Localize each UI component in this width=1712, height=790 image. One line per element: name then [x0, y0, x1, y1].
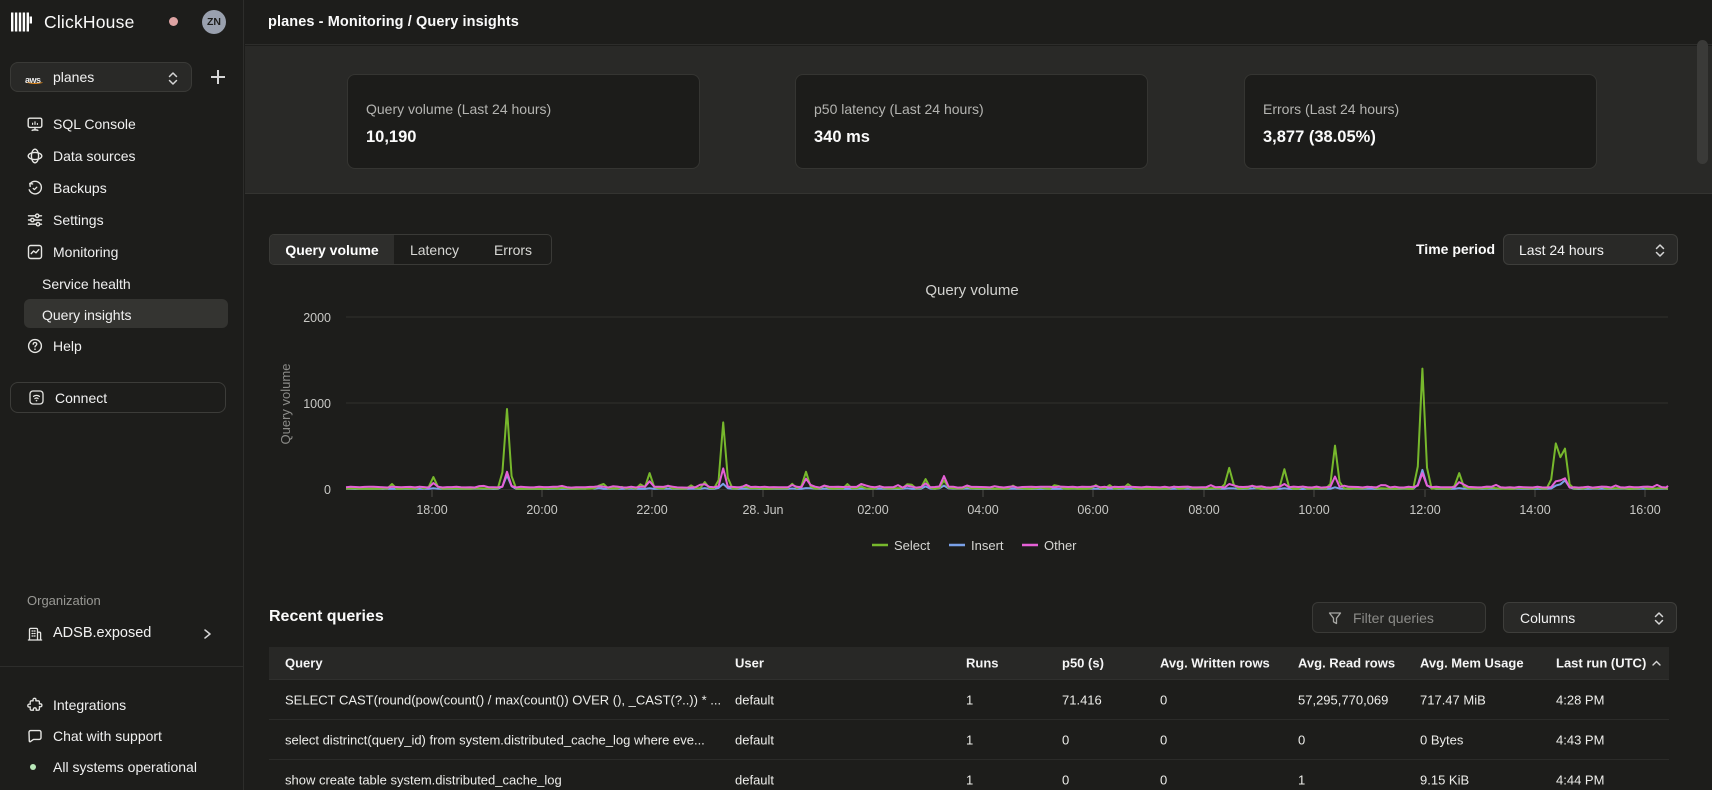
- svg-text:06:00: 06:00: [1077, 503, 1108, 517]
- svg-text:18:00: 18:00: [416, 503, 447, 517]
- svg-text:14:00: 14:00: [1519, 503, 1550, 517]
- svg-text:2000: 2000: [303, 311, 331, 325]
- svg-text:04:00: 04:00: [967, 503, 998, 517]
- svg-text:1000: 1000: [303, 397, 331, 411]
- svg-text:20:00: 20:00: [526, 503, 557, 517]
- svg-text:16:00: 16:00: [1629, 503, 1660, 517]
- svg-text:02:00: 02:00: [857, 503, 888, 517]
- svg-text:Query volume: Query volume: [278, 364, 293, 445]
- svg-text:Query volume: Query volume: [925, 282, 1018, 299]
- svg-text:Other: Other: [1044, 538, 1077, 553]
- svg-text:Select: Select: [894, 538, 931, 553]
- svg-text:Insert: Insert: [971, 538, 1004, 553]
- svg-text:08:00: 08:00: [1188, 503, 1219, 517]
- svg-text:12:00: 12:00: [1409, 503, 1440, 517]
- svg-text:0: 0: [324, 483, 331, 497]
- svg-text:10:00: 10:00: [1298, 503, 1329, 517]
- svg-text:28. Jun: 28. Jun: [742, 503, 783, 517]
- svg-text:22:00: 22:00: [636, 503, 667, 517]
